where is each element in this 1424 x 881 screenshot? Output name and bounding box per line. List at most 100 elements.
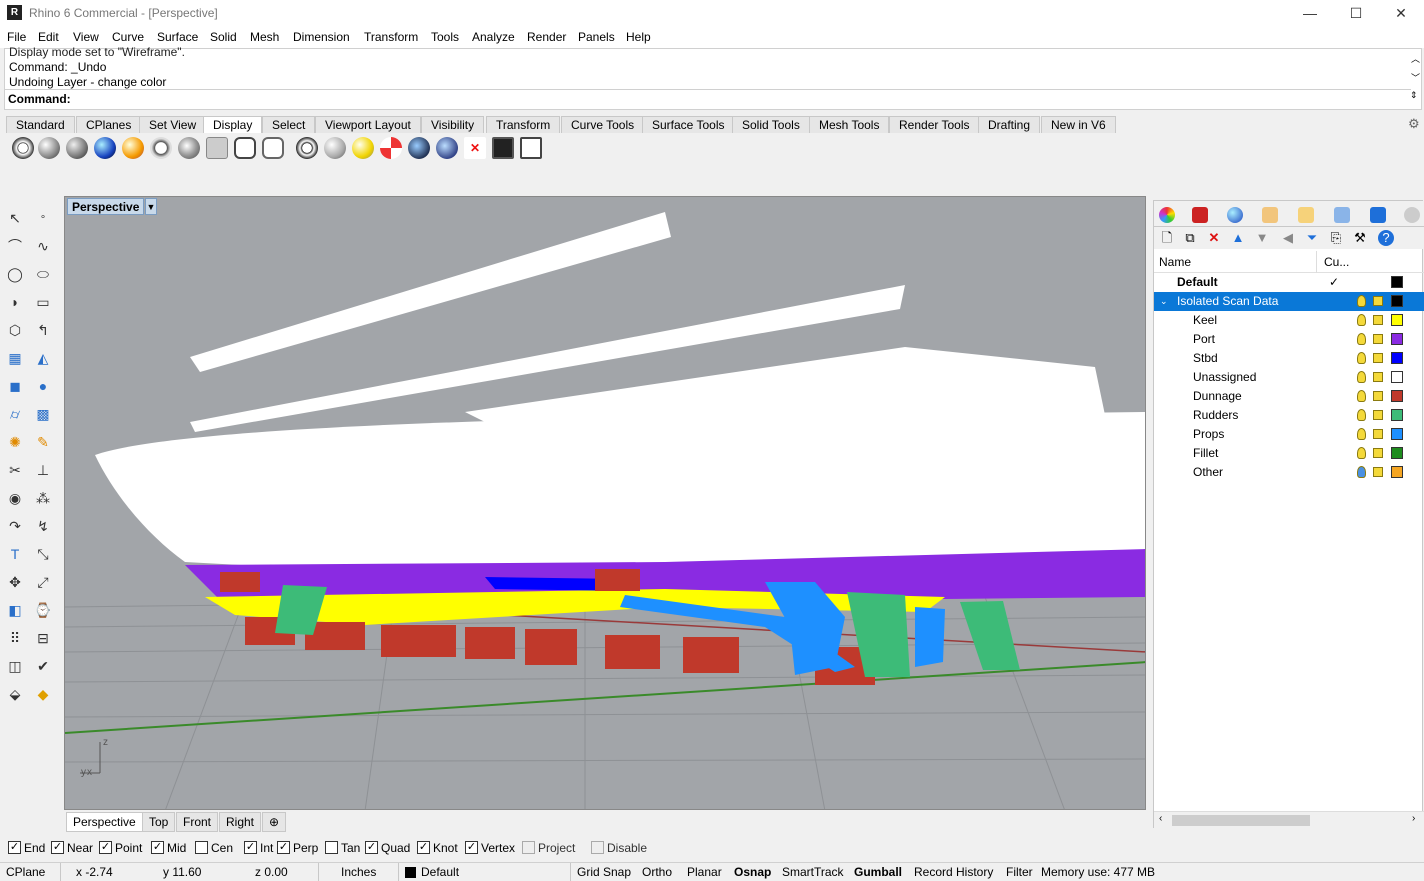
menu-curve[interactable]: Curve bbox=[112, 30, 144, 44]
smarttrack-toggle[interactable]: SmartTrack bbox=[782, 865, 844, 879]
sphere-icon[interactable] bbox=[324, 137, 346, 159]
layers-tab-icon[interactable] bbox=[1192, 207, 1208, 223]
lock-icon[interactable] bbox=[1373, 429, 1383, 439]
gumball-toggle[interactable]: Gumball bbox=[854, 865, 902, 879]
checkbox-icon[interactable] bbox=[522, 841, 535, 854]
delete-layer-icon[interactable]: ✕ bbox=[1206, 230, 1222, 246]
visibility-bulb-icon[interactable] bbox=[1357, 314, 1366, 326]
tab-curve-tools[interactable]: Curve Tools bbox=[561, 116, 645, 133]
rendered-icon[interactable] bbox=[66, 137, 88, 159]
select-arrow-icon[interactable]: ↖ bbox=[4, 207, 26, 229]
current-layer-label[interactable]: Default bbox=[421, 865, 459, 879]
osnap-toggle[interactable]: Osnap bbox=[734, 865, 771, 879]
visibility-bulb-icon[interactable] bbox=[1357, 333, 1366, 345]
menu-dimension[interactable]: Dimension bbox=[293, 30, 350, 44]
fillet-curve-icon[interactable]: ↰ bbox=[32, 319, 54, 341]
visibility-bulb-icon[interactable] bbox=[1357, 447, 1366, 459]
visibility-bulb-icon[interactable] bbox=[1357, 295, 1366, 307]
menu-edit[interactable]: Edit bbox=[38, 30, 59, 44]
polygon-icon[interactable]: ⬡ bbox=[4, 319, 26, 341]
viewport-tab-front[interactable]: Front bbox=[176, 812, 219, 832]
checkbox-icon[interactable] bbox=[591, 841, 604, 854]
move-up-icon[interactable]: ▲ bbox=[1230, 230, 1246, 246]
osnap-int[interactable]: ✓ Int bbox=[244, 841, 273, 855]
split-icon[interactable]: ⊥ bbox=[32, 459, 54, 481]
scroll-up-icon[interactable]: ︿ bbox=[1411, 52, 1420, 65]
menu-solid[interactable]: Solid bbox=[210, 30, 237, 44]
lock-icon[interactable] bbox=[1373, 334, 1383, 344]
layer-row[interactable]: Dunnage bbox=[1154, 387, 1424, 406]
monitor-icon[interactable] bbox=[492, 137, 514, 159]
tools-icon[interactable]: ⚒ bbox=[1352, 230, 1368, 246]
checkbox-icon[interactable]: ✓ bbox=[417, 841, 430, 854]
tab-display[interactable]: Display bbox=[203, 116, 263, 133]
ellipse-icon[interactable]: ⬭ bbox=[32, 263, 54, 285]
layer-color-swatch[interactable] bbox=[1391, 295, 1403, 307]
osnap-mid[interactable]: ✓ Mid bbox=[151, 841, 186, 855]
capsule-shaded-icon[interactable] bbox=[262, 137, 284, 159]
checkbox-icon[interactable] bbox=[325, 841, 338, 854]
group-icon[interactable]: ⁂ bbox=[32, 487, 54, 509]
polyline-icon[interactable]: ⌒ bbox=[4, 235, 26, 257]
move-icon[interactable]: ✥ bbox=[4, 571, 26, 593]
surface-icon[interactable]: ▦ bbox=[4, 347, 26, 369]
notifications-tab-icon[interactable] bbox=[1370, 207, 1386, 223]
current-layer-check-icon[interactable]: ✓ bbox=[1329, 273, 1339, 292]
osnap-quad[interactable]: ✓ Quad bbox=[365, 841, 410, 855]
shaded-icon[interactable] bbox=[38, 137, 60, 159]
lock-icon[interactable] bbox=[1373, 296, 1383, 306]
globe-wire-icon[interactable] bbox=[296, 137, 318, 159]
visibility-bulb-icon[interactable] bbox=[1357, 390, 1366, 402]
osnap-project[interactable]: Project bbox=[522, 841, 575, 855]
menu-transform[interactable]: Transform bbox=[364, 30, 418, 44]
tab-visibility[interactable]: Visibility bbox=[421, 116, 485, 133]
checkbox-icon[interactable]: ✓ bbox=[8, 841, 21, 854]
maximize-button[interactable]: ☐ bbox=[1333, 0, 1379, 26]
layer-color-swatch[interactable] bbox=[1391, 428, 1403, 440]
library-tab-icon[interactable] bbox=[1298, 207, 1314, 223]
layer-row[interactable]: Rudders bbox=[1154, 406, 1424, 425]
filter-icon[interactable]: ⏷ bbox=[1304, 230, 1320, 246]
scroll-thumb[interactable] bbox=[1172, 815, 1310, 826]
layer-row[interactable]: Stbd bbox=[1154, 349, 1424, 368]
layer-row[interactable]: Fillet bbox=[1154, 444, 1424, 463]
visibility-bulb-icon[interactable] bbox=[1357, 352, 1366, 364]
osnap-point[interactable]: ✓ Point bbox=[99, 841, 142, 855]
block-icon[interactable]: ◧ bbox=[4, 599, 26, 621]
layer-color-swatch[interactable] bbox=[1391, 314, 1403, 326]
lock-icon[interactable] bbox=[1373, 353, 1383, 363]
layer-row[interactable]: Port bbox=[1154, 330, 1424, 349]
layout-icon[interactable]: ⬙ bbox=[4, 683, 26, 705]
zebra-icon[interactable] bbox=[380, 137, 402, 159]
paint-icon[interactable]: ◆ bbox=[32, 683, 54, 705]
wireframe-icon[interactable] bbox=[12, 137, 34, 159]
checkbox-icon[interactable]: ✓ bbox=[244, 841, 257, 854]
checkbox-icon[interactable]: ✓ bbox=[99, 841, 112, 854]
box-solid-icon[interactable]: ◼ bbox=[4, 375, 26, 397]
ortho-toggle[interactable]: Ortho bbox=[642, 865, 672, 879]
scroll-left-icon[interactable]: ‹ bbox=[1159, 813, 1162, 824]
add-viewport-tab-button[interactable]: ⊕ bbox=[262, 812, 287, 832]
tab-set-view[interactable]: Set View bbox=[139, 116, 207, 133]
ghosted-icon[interactable] bbox=[94, 137, 116, 159]
osnap-vertex[interactable]: ✓ Vertex bbox=[465, 841, 515, 855]
tab-solid-tools[interactable]: Solid Tools bbox=[732, 116, 810, 133]
layer-row[interactable]: Props bbox=[1154, 425, 1424, 444]
minimize-button[interactable]: — bbox=[1287, 0, 1333, 26]
array-icon[interactable]: ⠿ bbox=[4, 627, 26, 649]
properties-tab-icon[interactable] bbox=[1159, 207, 1175, 223]
new-sublayer-icon[interactable]: ⧉ bbox=[1182, 230, 1198, 246]
osnap-perp[interactable]: ✓ Perp bbox=[277, 841, 318, 855]
loft-icon[interactable]: ◭ bbox=[32, 347, 54, 369]
units-label[interactable]: Inches bbox=[341, 865, 376, 879]
light-sphere-icon[interactable] bbox=[352, 137, 374, 159]
visibility-bulb-icon[interactable] bbox=[1357, 466, 1366, 478]
record-history-toggle[interactable]: Record History bbox=[914, 865, 993, 879]
help-icon[interactable]: ? bbox=[1378, 230, 1394, 246]
viewport-title[interactable]: Perspective bbox=[67, 198, 145, 215]
artistic-icon[interactable] bbox=[178, 137, 200, 159]
display-tab-icon[interactable] bbox=[1262, 207, 1278, 223]
filter-toggle[interactable]: Filter bbox=[1006, 865, 1033, 879]
layer-row[interactable]: Keel bbox=[1154, 311, 1424, 330]
layer-row[interactable]: Default ✓ bbox=[1154, 273, 1424, 292]
